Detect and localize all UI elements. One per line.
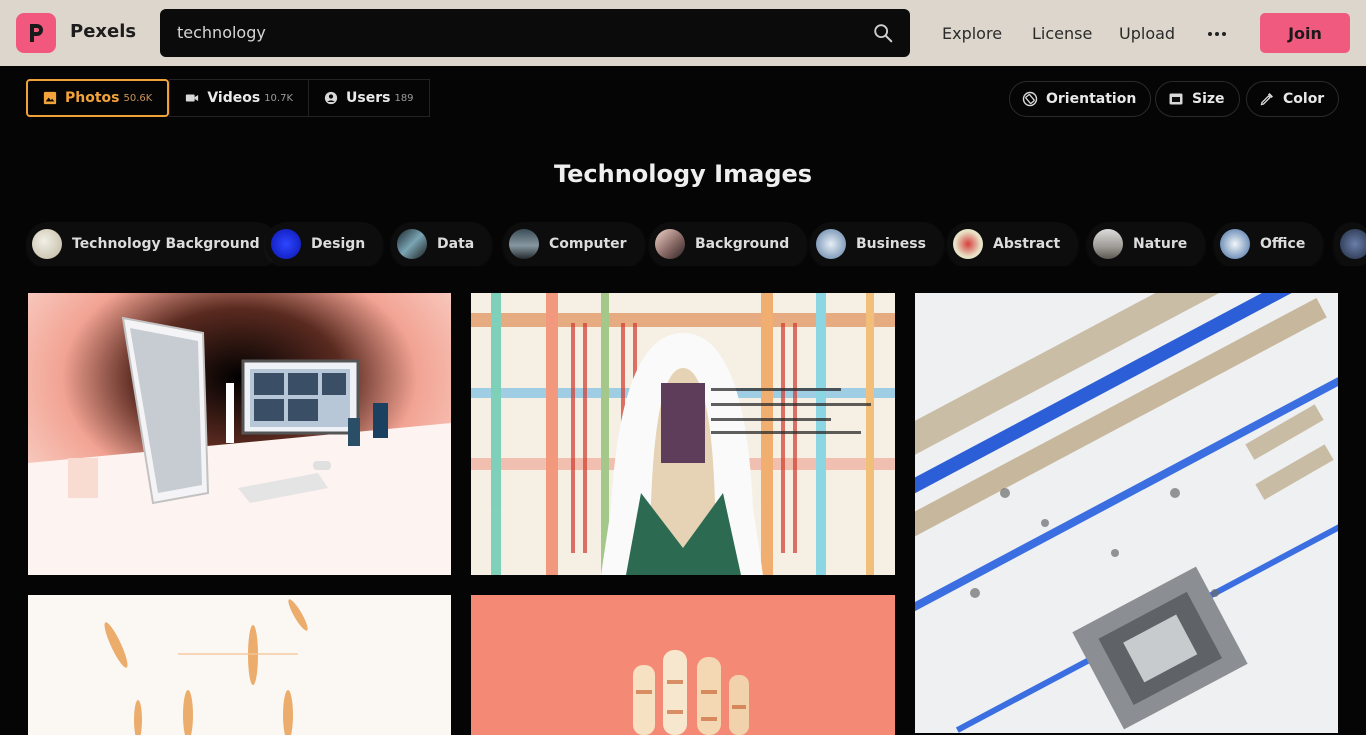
category-thumbnail (509, 229, 539, 259)
category-chip[interactable]: Nature (1087, 222, 1206, 266)
category-chips: Technology Background Design Data Comput… (26, 222, 1366, 266)
tab-videos-count: 10.7K (264, 92, 294, 104)
photo-image (915, 293, 1338, 733)
category-label: Background (695, 236, 790, 252)
media-type-tabs: Photos 50.6K Videos 10.7K Users 189 (26, 79, 430, 117)
photo-desk-workstation[interactable] (28, 293, 451, 575)
category-label: Nature (1133, 236, 1188, 252)
photo-woman-code-overlay[interactable] (471, 293, 895, 575)
category-chip[interactable]: Design (265, 222, 384, 266)
video-icon (186, 94, 199, 102)
category-thumbnail (1093, 229, 1123, 259)
category-chip[interactable] (1334, 222, 1366, 266)
orientation-filter-button[interactable]: Orientation (1009, 81, 1152, 117)
tab-users-label: Users (346, 90, 391, 106)
pexels-p-icon (30, 24, 43, 42)
category-thumbnail (655, 229, 685, 259)
size-icon (1169, 93, 1183, 105)
tab-photos-label: Photos (65, 90, 120, 106)
tab-photos[interactable]: Photos 50.6K (26, 79, 170, 117)
category-chip[interactable]: Business (810, 222, 944, 266)
top-header: Pexels technology Explore License Upload… (0, 0, 1366, 66)
category-thumbnail (1220, 229, 1250, 259)
more-options-icon[interactable] (1207, 24, 1227, 44)
category-chip[interactable]: Data (391, 222, 493, 266)
category-label: Office (1260, 236, 1306, 252)
category-chip[interactable]: Computer (503, 222, 645, 266)
category-label: Computer (549, 236, 627, 252)
photo-image (471, 595, 895, 735)
search-icon[interactable] (872, 22, 894, 44)
page-title: Technology Images (553, 160, 813, 188)
search-bar[interactable]: technology (160, 9, 910, 57)
category-thumbnail (953, 229, 983, 259)
join-button[interactable]: Join (1260, 13, 1350, 53)
pexels-logo-icon[interactable] (16, 13, 56, 53)
photo-image (28, 293, 451, 575)
orientation-icon (1022, 91, 1038, 107)
photo-motherboard[interactable] (915, 293, 1338, 733)
category-chip[interactable]: Abstract (947, 222, 1079, 266)
category-label: Data (437, 236, 475, 252)
size-filter-button[interactable]: Size (1155, 81, 1240, 117)
tab-users[interactable]: Users 189 (308, 79, 430, 117)
tab-photos-count: 50.6K (123, 92, 153, 104)
category-thumbnail (32, 229, 62, 259)
tab-users-count: 189 (394, 92, 414, 104)
category-chip[interactable]: Office (1214, 222, 1324, 266)
orientation-label: Orientation (1046, 91, 1137, 107)
category-chip[interactable]: Technology Background (26, 222, 278, 266)
image-icon (43, 91, 57, 105)
tab-videos[interactable]: Videos 10.7K (169, 79, 309, 117)
photo-robotic-hand[interactable] (471, 595, 895, 735)
search-input[interactable]: technology (177, 23, 266, 42)
category-thumbnail (271, 229, 301, 259)
category-thumbnail (1340, 229, 1366, 259)
category-label: Abstract (993, 236, 1061, 252)
photo-image (28, 595, 451, 735)
category-thumbnail (816, 229, 846, 259)
category-label: Design (311, 236, 366, 252)
category-chip[interactable]: Background (649, 222, 808, 266)
nav-license-link[interactable]: License (1032, 24, 1092, 43)
photo-light-streaks[interactable] (28, 595, 451, 735)
nav-upload-link[interactable]: Upload (1119, 24, 1175, 43)
color-filter-button[interactable]: Color (1246, 81, 1340, 117)
eyedropper-icon (1260, 93, 1273, 106)
color-label: Color (1283, 91, 1325, 107)
brand-name[interactable]: Pexels (70, 21, 136, 42)
nav-explore-link[interactable]: Explore (942, 24, 1002, 43)
category-thumbnail (397, 229, 427, 259)
category-label: Business (856, 236, 926, 252)
photo-image (471, 293, 895, 575)
size-label: Size (1192, 91, 1225, 107)
user-icon (324, 91, 338, 105)
tab-videos-label: Videos (207, 90, 261, 106)
category-label: Technology Background (72, 236, 260, 252)
